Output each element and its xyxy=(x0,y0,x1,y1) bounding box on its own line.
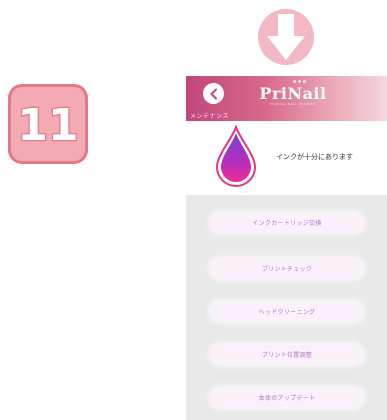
head-cleaning-button[interactable]: ヘッドクリーニング xyxy=(211,302,363,321)
print-check-button[interactable]: プリントチェック xyxy=(211,259,363,278)
ink-status-panel: インクが十分にあります xyxy=(186,121,387,195)
down-arrow-icon xyxy=(258,9,314,65)
ink-status-text: インクが十分にあります xyxy=(276,153,353,161)
back-button[interactable] xyxy=(203,83,224,104)
print-position-adjust-button[interactable]: プリント位置調整 xyxy=(211,345,363,364)
brand-name: PriNail xyxy=(259,84,327,103)
brand-logo: PriNail DIGITAL NAIL PRINTER xyxy=(248,80,338,110)
app-screen: PriNail DIGITAL NAIL PRINTER メンテナンス インクが… xyxy=(186,76,387,420)
ink-drop-icon xyxy=(215,125,257,187)
step-number-graphic: 11 xyxy=(16,99,80,152)
ink-cartridge-replace-button[interactable]: インクカートリッジ交換 xyxy=(211,213,363,232)
app-header: PriNail DIGITAL NAIL PRINTER メンテナンス xyxy=(186,76,387,121)
step-number-text: 11 xyxy=(17,100,78,151)
step-number-badge: 11 xyxy=(8,84,88,164)
firmware-update-button[interactable]: 本体のアップデート xyxy=(211,388,363,407)
chevron-left-icon xyxy=(210,88,217,99)
section-title: メンテナンス xyxy=(190,113,229,120)
